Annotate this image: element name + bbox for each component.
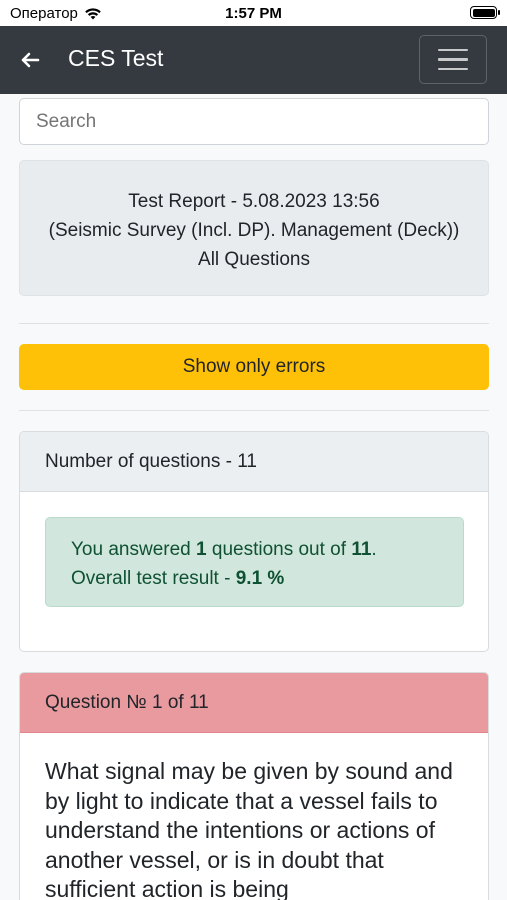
total-count: 11 xyxy=(351,539,372,560)
result-line: Overall test result - 9.1 % xyxy=(71,564,438,593)
back-arrow-icon[interactable] xyxy=(18,48,42,72)
question-text: What signal may be given by sound and by… xyxy=(45,758,453,900)
answered-prefix: You answered xyxy=(71,539,197,560)
hamburger-icon-line xyxy=(438,48,468,52)
divider xyxy=(19,323,489,324)
battery-icon xyxy=(470,6,500,19)
result-prefix: Overall test result - xyxy=(71,568,236,589)
answered-suffix: . xyxy=(371,539,377,560)
status-time: 1:57 PM xyxy=(225,5,282,22)
answered-line: You answered 1 questions out of 11. xyxy=(71,535,438,564)
report-scope: All Questions xyxy=(198,249,310,270)
summary-header: Number of questions - 11 xyxy=(20,432,488,492)
question-card: Question № 1 of 11 What signal may be gi… xyxy=(19,672,489,900)
hamburger-icon-line xyxy=(438,58,468,61)
test-report-box: Test Report - 5.08.2023 13:56 (Seismic S… xyxy=(19,160,489,296)
summary-card: Number of questions - 11 You answered 1 … xyxy=(19,431,489,652)
result-value: 9.1 % xyxy=(235,568,285,589)
search-input[interactable] xyxy=(19,98,489,145)
answered-middle: questions out of xyxy=(206,539,352,560)
status-bar: Оператор 1:57 PM xyxy=(0,0,507,26)
report-title: Test Report - 5.08.2023 13:56 xyxy=(128,191,380,212)
divider xyxy=(19,410,489,411)
hamburger-icon-line xyxy=(438,67,468,71)
show-only-errors-button[interactable]: Show only errors xyxy=(19,344,489,390)
answered-count: 1 xyxy=(196,539,207,560)
result-alert: You answered 1 questions out of 11. Over… xyxy=(45,517,464,607)
navbar: CES Test xyxy=(0,26,507,94)
page-title: CES Test xyxy=(68,45,164,71)
menu-toggle-button[interactable] xyxy=(419,35,487,84)
report-subject: (Seismic Survey (Incl. DP). Management (… xyxy=(48,220,460,241)
question-header: Question № 1 of 11 xyxy=(20,673,488,733)
